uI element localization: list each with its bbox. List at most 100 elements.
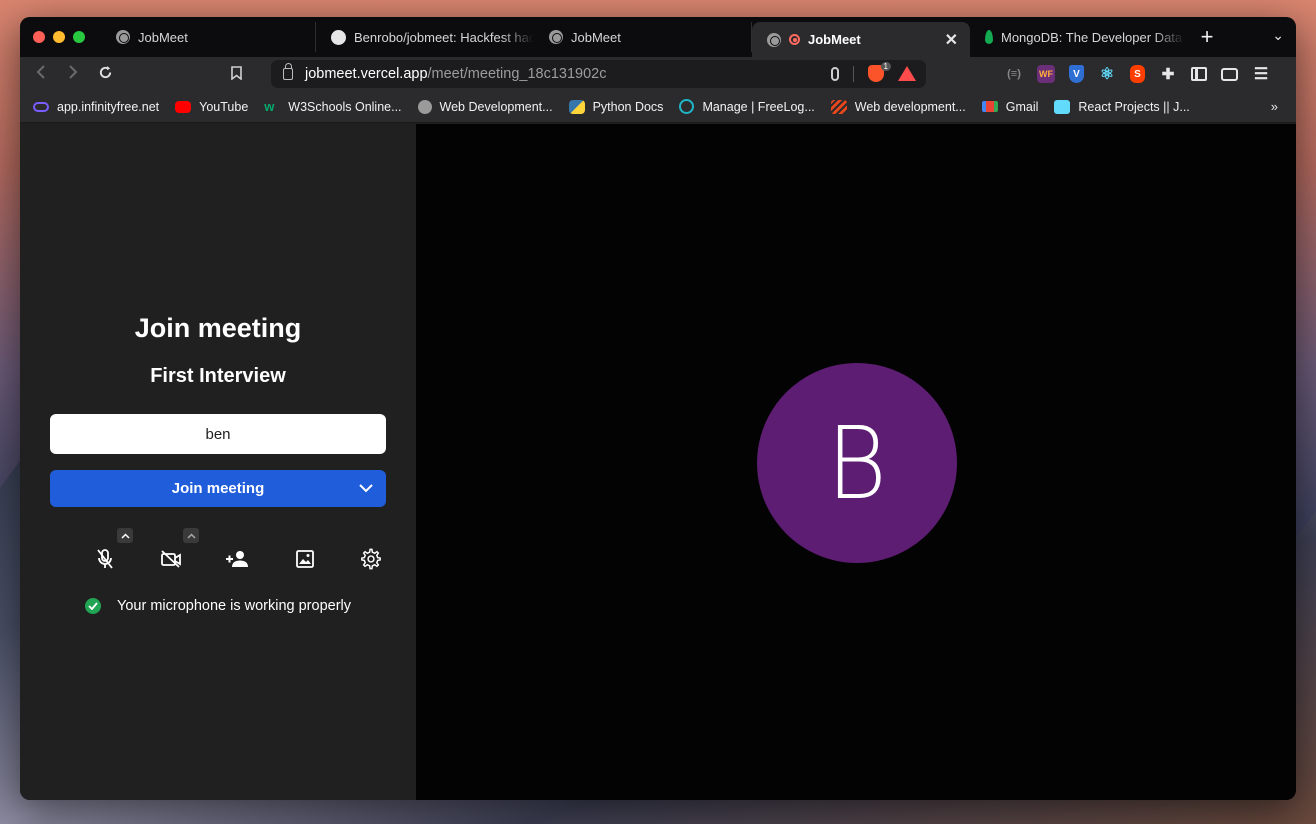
tab-github[interactable]: Benrobo/jobmeet: Hackfest hac [316,22,534,52]
bookmark-label: React Projects || J... [1078,99,1190,114]
tab-title: Benrobo/jobmeet: Hackfest hac [354,29,534,45]
tab-jobmeet-2[interactable]: JobMeet [534,22,752,52]
globe-icon [116,30,130,44]
address-bar-icons: 1 [831,62,916,82]
bookmark-label: Python Docs [592,99,664,114]
camera-options-button[interactable] [183,528,199,543]
bookmark-label: Manage | FreeLog... [702,99,815,114]
join-meeting-button[interactable]: Join meeting [50,470,386,507]
python-icon [568,99,585,114]
back-arrow-icon [36,65,45,79]
settings-button[interactable] [356,544,386,574]
bookmark-python-docs[interactable]: Python Docs [568,99,664,114]
bookmark-page-button[interactable] [231,65,255,83]
toggle-microphone-button[interactable] [90,544,120,574]
microphone-status-text: Your microphone is working properly [117,598,351,614]
microphone-muted-icon [97,549,113,569]
forward-arrow-icon [69,65,78,79]
camera-off-icon [161,550,181,568]
reload-button[interactable] [89,65,121,84]
address-bar[interactable]: jobmeet.vercel.app/meet/meeting_18c13190… [271,60,926,88]
forward-button[interactable] [57,65,89,83]
extension-code-icon[interactable]: (≡) [1005,65,1023,83]
microphone-options-button[interactable] [117,528,133,543]
bookmark-label: YouTube [199,99,249,114]
bookmark-web-development-1[interactable]: Web Development... [417,99,553,114]
tab-search-chevron-icon[interactable]: ⌄ [1272,27,1284,44]
react-projects-icon [1054,99,1071,114]
divider [853,65,854,82]
tab-jobmeet-active[interactable]: JobMeet ✕ [752,22,970,57]
back-button[interactable] [25,65,57,83]
extension-wf-icon[interactable]: WF [1037,65,1055,83]
bookmark-label: W3Schools Online... [288,99,402,114]
bookmark-gmail[interactable]: Gmail [981,99,1039,114]
bookmark-w3schools[interactable]: w W3Schools Online... [264,98,402,114]
display-name-input[interactable] [50,414,386,454]
bookmark-infinityfree[interactable]: app.infinityfree.net [33,100,159,114]
github-icon [331,29,346,45]
avatar: B [757,363,957,563]
globe-icon [549,30,563,44]
bookmarks-bar: app.infinityfree.net YouTube w W3Schools… [20,91,1296,123]
tab-jobmeet-1[interactable]: JobMeet [101,22,316,52]
sidebar-toggle-icon[interactable] [1191,67,1207,81]
react-devtools-icon[interactable]: ⚛ [1098,65,1116,83]
chevron-down-icon [359,483,373,492]
w3schools-icon: w [264,98,275,114]
bookmark-web-development-2[interactable]: Web development... [830,99,966,114]
bookmark-label: Gmail [1005,99,1039,114]
browser-window: JobMeet Benrobo/jobmeet: Hackfest hac Jo… [20,17,1296,800]
bookmark-react-projects[interactable]: React Projects || J... [1054,99,1190,114]
background-effects-button[interactable] [290,544,320,574]
minimize-window-button[interactable] [53,31,65,43]
freelogo-icon [679,99,695,114]
bookmark-youtube[interactable]: YouTube [175,100,248,114]
bookmark-freelogo[interactable]: Manage | FreeLog... [679,99,815,114]
bookmark-label: app.infinityfree.net [57,99,160,114]
close-window-button[interactable] [33,31,45,43]
bookmark-label: Web development... [854,99,966,114]
web-dev-stripes-icon [830,99,847,114]
infinityfree-icon [33,101,49,112]
join-options-dropdown[interactable] [356,478,376,498]
extensions-puzzle-icon[interactable]: ✚ [1159,65,1177,83]
youtube-icon [175,100,192,113]
meeting-name: First Interview [150,365,286,387]
lock-icon [283,63,293,80]
menu-icon[interactable]: ☰ [1252,65,1270,83]
wallet-icon[interactable] [1221,67,1238,81]
bookmark-label: Web Development... [439,99,553,114]
close-tab-icon[interactable]: ✕ [935,30,958,50]
more-bookmarks-icon[interactable]: » [1271,99,1278,114]
check-circle-icon [85,598,101,614]
svelte-devtools-icon[interactable]: S [1130,65,1145,83]
url-path: /meet/meeting_18c131902c [427,66,607,82]
brave-rewards-icon[interactable] [898,66,916,81]
reload-icon [99,65,111,78]
microphone-status: Your microphone is working properly [20,598,416,614]
extension-icons: (≡) WF V ⚛ S ✚ ☰ [1005,65,1270,83]
join-meeting-label: Join meeting [171,480,265,497]
toggle-camera-button[interactable] [156,544,186,574]
brave-shields-icon[interactable]: 1 [868,62,891,82]
join-panel: Join meeting First Interview Join meetin… [20,124,416,800]
tab-mongodb[interactable]: MongoDB: The Developer Data [970,22,1185,52]
tab-strip: JobMeet Benrobo/jobmeet: Hackfest hac Jo… [20,17,1296,57]
media-controls [50,528,386,578]
extension-shield-icon[interactable]: V [1069,65,1084,83]
gmail-icon [981,101,998,112]
image-icon [296,550,314,568]
tab-title: JobMeet [138,29,188,45]
page-content: Join meeting First Interview Join meetin… [20,124,1296,800]
add-person-icon [226,551,248,567]
url-host: jobmeet.vercel.app [305,66,428,82]
invite-participant-button[interactable] [222,544,252,574]
tabs: JobMeet Benrobo/jobmeet: Hackfest hac Jo… [101,17,1229,57]
new-tab-button[interactable]: + [1185,17,1229,57]
microphone-icon[interactable] [831,66,839,81]
globe-icon [417,99,432,114]
recording-indicator-icon [789,34,800,45]
page-title: Join meeting [134,313,302,343]
zoom-window-button[interactable] [73,31,85,43]
